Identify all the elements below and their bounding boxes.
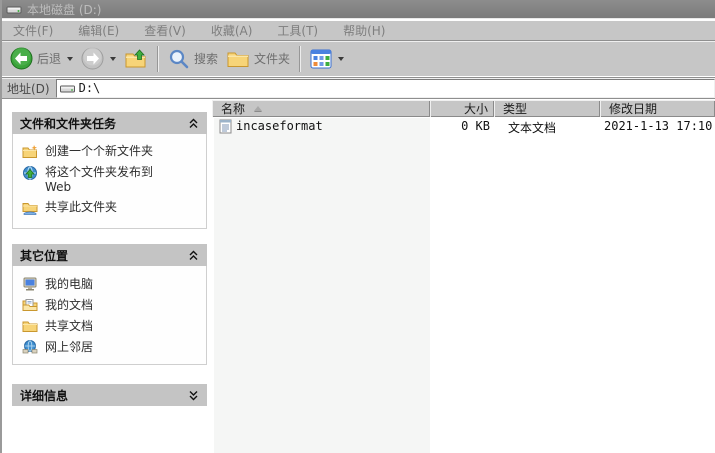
task-publish-to-web[interactable]: 将这个文件夹发布到 Web <box>22 165 202 195</box>
forward-arrow-icon <box>81 47 104 70</box>
sort-ascending-icon <box>254 106 262 111</box>
panel-file-folder-tasks-body: 创建一个个新文件夹 将这个文件夹发布到 Web <box>12 134 207 229</box>
window-title: 本地磁盘 (D:) <box>27 1 101 18</box>
sorted-column-highlight <box>214 118 430 453</box>
menu-bar: 文件(F) 编辑(E) 查看(V) 收藏(A) 工具(T) 帮助(H) <box>2 20 715 40</box>
task-label: 将这个文件夹发布到 Web <box>45 165 173 195</box>
panel-title: 详细信息 <box>20 387 68 404</box>
column-label: 修改日期 <box>609 100 657 117</box>
my-documents-icon <box>22 297 38 313</box>
column-label: 类型 <box>503 100 527 117</box>
my-computer-icon <box>22 276 38 292</box>
explorer-window: 本地磁盘 (D:) 文件(F) 编辑(E) 查看(V) 收藏(A) 工具(T) … <box>0 0 715 453</box>
search-icon <box>168 48 190 70</box>
menu-tools[interactable]: 工具(T) <box>268 20 327 41</box>
address-input[interactable]: D:\ <box>56 79 715 98</box>
column-label: 大小 <box>464 100 488 117</box>
search-button[interactable]: 搜索 <box>164 44 222 74</box>
file-list-view: 名称 大小 类型 修改日期 <box>212 100 715 453</box>
place-label: 我的电脑 <box>45 275 93 292</box>
file-type: 文本文档 <box>508 119 556 136</box>
column-header-name[interactable]: 名称 <box>212 100 430 117</box>
back-button[interactable]: 后退 <box>6 44 77 74</box>
chevron-down-icon[interactable] <box>188 390 199 401</box>
back-dropdown-caret[interactable] <box>67 57 73 61</box>
place-my-documents[interactable]: 我的文档 <box>22 294 202 315</box>
panel-file-folder-tasks: 文件和文件夹任务 创建一个个新文件夹 <box>12 112 207 229</box>
folders-icon <box>226 48 250 70</box>
back-arrow-icon <box>10 47 33 70</box>
shared-documents-icon <box>22 318 38 334</box>
address-value: D:\ <box>79 81 101 95</box>
file-modified-date: 2021-1-13 17:10 <box>604 119 712 133</box>
place-network-neighborhood[interactable]: 网上邻居 <box>22 336 202 357</box>
chevron-up-icon[interactable] <box>188 250 199 261</box>
folders-button[interactable]: 文件夹 <box>222 44 294 74</box>
panel-title: 文件和文件夹任务 <box>20 115 116 132</box>
back-label: 后退 <box>37 50 61 67</box>
forward-button[interactable] <box>77 44 120 74</box>
menu-file[interactable]: 文件(F) <box>4 20 62 41</box>
search-label: 搜索 <box>194 50 218 67</box>
new-folder-icon <box>22 144 38 160</box>
views-button[interactable] <box>306 44 348 74</box>
panel-other-places-header[interactable]: 其它位置 <box>12 244 207 266</box>
file-size: 0 KB <box>380 119 490 133</box>
toolbar: 后退 搜索 <box>2 40 715 76</box>
column-header-size[interactable]: 大小 <box>430 100 494 117</box>
network-places-icon <box>22 339 38 355</box>
panel-details-header[interactable]: 详细信息 <box>12 384 207 406</box>
title-bar: 本地磁盘 (D:) <box>2 0 715 19</box>
menu-view[interactable]: 查看(V) <box>135 20 195 41</box>
main-area: 文件和文件夹任务 创建一个个新文件夹 <box>2 100 715 453</box>
column-label: 名称 <box>221 100 245 117</box>
place-label: 共享文档 <box>45 317 93 334</box>
toolbar-separator <box>157 46 159 72</box>
task-pane-sidebar: 文件和文件夹任务 创建一个个新文件夹 <box>2 100 212 453</box>
menu-help[interactable]: 帮助(H) <box>334 20 394 41</box>
panel-title: 其它位置 <box>20 247 68 264</box>
up-button[interactable] <box>120 44 152 74</box>
folders-label: 文件夹 <box>254 50 290 67</box>
task-create-new-folder[interactable]: 创建一个个新文件夹 <box>22 144 202 160</box>
address-bar: 地址(D) D:\ <box>2 77 715 99</box>
place-label: 网上邻居 <box>45 338 93 355</box>
panel-details: 详细信息 <box>12 384 207 406</box>
file-name: incaseformat <box>236 119 323 133</box>
task-label: 共享此文件夹 <box>45 200 117 215</box>
task-share-this-folder[interactable]: 共享此文件夹 <box>22 200 202 216</box>
views-icon <box>310 49 332 69</box>
publish-web-icon <box>22 165 38 181</box>
views-dropdown-caret[interactable] <box>338 57 344 61</box>
task-label: 创建一个个新文件夹 <box>45 144 153 159</box>
panel-file-folder-tasks-header[interactable]: 文件和文件夹任务 <box>12 112 207 134</box>
forward-dropdown-caret[interactable] <box>110 57 116 61</box>
file-row-incaseformat[interactable]: incaseformat 0 KB 文本文档 2021-1-13 17:10 <box>212 118 715 135</box>
up-folder-icon <box>124 48 148 70</box>
menu-edit[interactable]: 编辑(E) <box>69 20 128 41</box>
column-header-type[interactable]: 类型 <box>494 100 600 117</box>
menu-favorites[interactable]: 收藏(A) <box>202 20 262 41</box>
toolbar-separator <box>299 46 301 72</box>
hard-disk-icon <box>6 1 22 17</box>
place-label: 我的文档 <box>45 296 93 313</box>
share-folder-icon <box>22 200 38 216</box>
column-header-modified[interactable]: 修改日期 <box>600 100 715 117</box>
panel-other-places-body: 我的电脑 我的文档 <box>12 266 207 365</box>
drive-icon <box>60 82 75 95</box>
address-label: 地址(D) <box>2 80 56 97</box>
text-file-icon <box>219 119 232 134</box>
column-headers: 名称 大小 类型 修改日期 <box>212 100 715 117</box>
place-my-computer[interactable]: 我的电脑 <box>22 273 202 294</box>
place-shared-documents[interactable]: 共享文档 <box>22 315 202 336</box>
panel-other-places: 其它位置 我的电脑 <box>12 244 207 365</box>
chevron-up-icon[interactable] <box>188 118 199 129</box>
